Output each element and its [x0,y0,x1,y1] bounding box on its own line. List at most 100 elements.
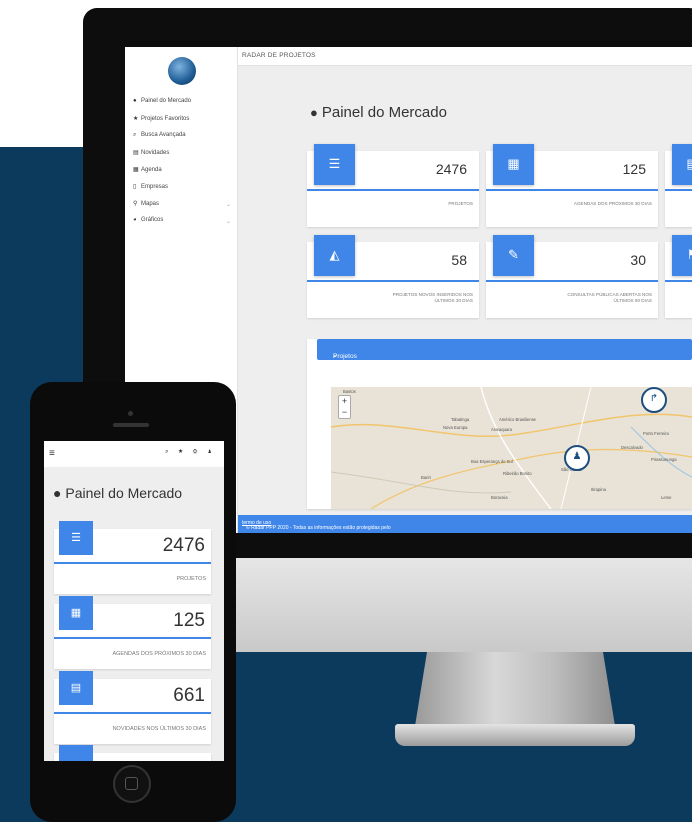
card-label: NOVIDADES NOS ÚLTIMOS 30 DIAS [112,726,206,732]
map-label: Nova Europa [443,425,468,430]
map-label: Boraceia [491,495,508,500]
sidebar-item-empresas[interactable]: ▯ Empresas [133,183,168,190]
monitor-stand [415,652,615,726]
star-icon: ★ [133,116,139,122]
card-glyph: ▦ [507,156,520,171]
card-glyph: ▤ [672,156,692,172]
map-label: Ribeirão Bonito [503,471,532,476]
newspaper-icon: ▤ [59,671,93,705]
card-label: AGENDAS DOS PRÓXIMOS 30 DIAS [573,201,652,206]
stat-card-projetos[interactable]: ☰ 2476 PROJETOS [307,144,479,227]
calendar-icon: ▦ [59,596,93,630]
sidebar-item-label: Painel do Mercado [141,98,192,104]
flag-icon: ⚑ [672,235,692,276]
sidebar-item-label: Mapas [141,201,160,207]
building-icon: ▯ [133,184,137,190]
stat-card-next[interactable] [54,745,211,761]
map-label: Bastos [343,389,356,394]
card-value: 2476 [162,535,205,556]
map-marker-icon[interactable]: ♟ [564,445,590,471]
logo [168,57,196,85]
sidebar-item-favoritos[interactable]: ★ Projetos Favoritos [133,115,189,122]
card-value: 2476 [435,161,467,177]
sidebar-item-label: Projetos Favoritos [141,116,190,122]
map-label: Porto Ferreira [643,431,669,436]
menu-icon[interactable]: ≡ [49,448,55,459]
card-label: PROJETOS NOVOS INSERIDOS NOS ÚLTIMOS 30 … [392,292,473,303]
tachometer-icon: ● [53,485,66,501]
card-label: CONSULTAS PÚBLICAS ABERTAS NOS ÚLTIMOS 9… [567,292,652,303]
sidebar-item-label: Empresas [141,184,169,190]
card-divider [486,189,658,191]
card-value: 661 [173,685,205,706]
sidebar-item-label: Novidades [141,150,170,156]
area-chart-icon: ◭ [314,235,355,276]
card-label: PROJETOS [448,201,473,206]
calendar-icon: ▦ [493,144,534,185]
card-label: PROJETOS [176,576,206,582]
sidebar-item-busca[interactable]: ⌕ Busca Avançada [133,132,186,139]
card-divider [307,189,479,191]
stat-card-projetos-novos[interactable]: ◭ 58 PROJETOS NOVOS INSERIDOS NOS ÚLTIMO… [307,235,479,318]
zoom-out-button[interactable]: − [339,407,350,418]
calendar-icon: ▦ [133,167,139,173]
map-label: Boa Esperança do Sul [471,459,513,464]
card-divider [54,637,211,639]
stat-card-projetos[interactable]: ☰ 2476 PROJETOS [54,521,211,594]
sidebar-item-painel[interactable]: ● Painel do Mercado [133,98,191,104]
map-label: Tabatinga [451,417,470,422]
sidebar-item-agenda[interactable]: ▦ Agenda [133,166,162,173]
stat-card-novidades[interactable]: ▤ [665,144,692,227]
map-zoom-control[interactable]: + − [338,395,351,419]
top-bar-icons[interactable]: ⌕ ★ ⚙ ♟ [165,449,216,456]
map-label: Itirapina [591,487,606,492]
top-bar: RADAR DE PROJETOS [238,47,692,66]
stat-card-novidades[interactable]: ▤ 661 NOVIDADES NOS ÚLTIMOS 30 DIAS [54,671,211,744]
stat-card-consultas[interactable]: ✎ 30 CONSULTAS PÚBLICAS ABERTAS NOS ÚLTI… [486,235,658,318]
page-title: ● Painel do Mercado [53,485,182,501]
map[interactable]: + − Bastos Tabatinga Nova Europa Américo … [331,387,692,509]
card-divider [486,280,658,282]
stat-card-extra[interactable]: ⚑ [665,235,692,318]
card-glyph: ▤ [70,682,82,694]
card-glyph: ◭ [329,247,340,262]
mobile-screen: ≡ ⌕ ★ ⚙ ♟ ● Painel do Mercado ☰ 2476 PRO… [44,441,224,761]
card-value: 58 [451,252,467,268]
mobile-top-bar: ≡ ⌕ ★ ⚙ ♟ [44,441,224,467]
chevron-down-icon: ⌄ [225,202,231,208]
comments-icon: ✎ [493,235,534,276]
page-title: ● Painel do Mercado [310,104,447,121]
chevron-down-icon: ⌄ [225,219,231,225]
card-divider [54,712,211,714]
map-label: Bariri [421,475,431,480]
map-label: Araraquara [491,427,512,432]
stat-card-agendas[interactable]: ▦ 125 AGENDAS DOS PRÓXIMOS 30 DIAS [486,144,658,227]
card-value: 30 [630,252,646,268]
map-marker-icon: ⚲ [133,201,138,207]
panel-header: ⌕ Projetos Quentes [317,339,692,367]
app-title: RADAR DE PROJETOS [242,52,316,59]
card-value: 125 [622,161,646,177]
card-divider [665,189,692,191]
map-marker-icon[interactable]: ↱ [641,387,667,413]
zoom-in-button[interactable]: + [339,396,350,407]
footer-text: © Radar PPP 2020 - Todas as informações … [242,520,391,531]
stat-card-agendas[interactable]: ▦ 125 AGENDAS DOS PRÓXIMOS 30 DIAS [54,596,211,669]
sidebar-item-novidades[interactable]: ▤ Novidades [133,149,169,156]
sidebar-item-graficos[interactable]: ◕ Gráficos [133,217,163,223]
phone-home-button[interactable] [113,765,151,803]
tachometer-icon: ● [133,98,137,104]
map-label: Pirassununga [651,457,677,462]
card-glyph: ☰ [328,156,341,171]
area-chart-icon [59,745,93,761]
card-divider [665,280,692,282]
map-label: Américo Brasiliense [499,417,537,422]
sidebar-item-mapas[interactable]: ⚲ Mapas [133,200,159,207]
hot-projects-panel: ⌕ Projetos Quentes + − Bastos Tabatinga N… [307,339,692,509]
search-icon: ⌕ [133,132,137,138]
footer: © Radar PPP 2020 - Todas as informações … [238,515,692,533]
card-glyph: ☰ [71,532,81,544]
phone-camera [128,411,133,416]
sidebar-item-label: Busca Avançada [141,132,186,138]
footer-copyright: © Radar PPP 2020 - Todas as informações … [246,525,391,531]
